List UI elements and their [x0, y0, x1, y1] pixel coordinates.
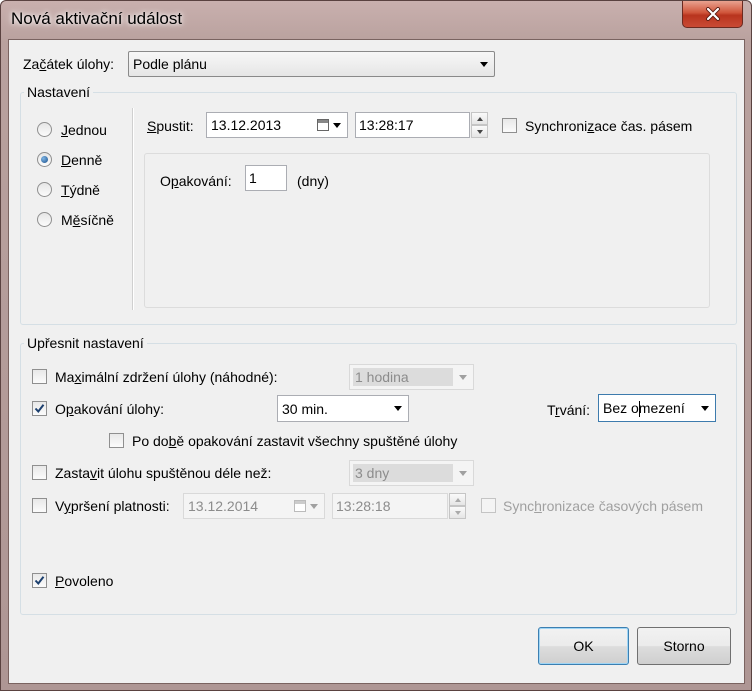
expire-date-value: 13.12.2014 [188, 498, 259, 514]
calendar-icon[interactable] [311, 113, 347, 137]
max-delay-value: 1 hodina [353, 368, 453, 386]
spin-up-icon[interactable] [449, 493, 466, 506]
expire-time-spinner[interactable] [449, 493, 466, 519]
start-time-input[interactable]: 13:28:17 [355, 112, 470, 138]
start-select[interactable]: Podle plánu [128, 51, 495, 77]
radio-monthly-label[interactable]: Měsíčně [61, 211, 114, 229]
repeat-interval-value: 30 min. [282, 400, 328, 417]
chevron-down-icon [695, 395, 715, 421]
start-select-value: Podle plánu [133, 56, 207, 72]
radio-daily-label[interactable]: Denně [61, 151, 102, 169]
settings-group-title: Nastavení [24, 84, 94, 100]
radio-weekly-label[interactable]: Týdně [61, 181, 100, 199]
start-date-picker[interactable]: 13.12.2013 [206, 112, 348, 138]
dialog-window: Nová aktivační událost Začátek úlohy: Po… [0, 0, 752, 691]
stop-longer-value: 3 dny [353, 464, 453, 482]
radio-once-label[interactable]: Jednou [61, 121, 107, 139]
advanced-group-title: Upřesnit nastavení [24, 335, 147, 351]
radio-weekly[interactable] [37, 182, 52, 197]
repeat-interval-select[interactable]: 30 min. [277, 395, 409, 422]
expire-time-input[interactable]: 13:28:18 [332, 493, 448, 519]
spin-down-icon[interactable] [449, 506, 466, 519]
calendar-icon [288, 494, 324, 518]
ok-button[interactable]: OK [538, 627, 629, 665]
spin-up-icon[interactable] [471, 112, 488, 125]
dialog-client: Začátek úlohy: Podle plánu Nastavení Jed… [8, 39, 745, 684]
repeat-task-checkbox[interactable] [32, 401, 47, 416]
max-delay-label[interactable]: Maximální zdržení úlohy (náhodné): [55, 368, 278, 386]
expire-label[interactable]: Vypršení platnosti: [55, 497, 170, 515]
window-title: Nová aktivační událost [11, 9, 183, 28]
start-label: Začátek úlohy: [23, 56, 115, 72]
stop-longer-label[interactable]: Zastavit úlohu spuštěnou déle než: [55, 464, 271, 482]
settings-divider [132, 108, 134, 310]
start-time-spinner[interactable] [471, 112, 488, 138]
close-icon [705, 7, 720, 21]
stop-longer-checkbox[interactable] [32, 465, 47, 480]
duration-label: Trvání: [547, 402, 591, 418]
text-caret [639, 401, 640, 417]
radio-once[interactable] [37, 122, 52, 137]
start-date-value: 13.12.2013 [211, 117, 282, 133]
duration-value: Bez omezení [603, 400, 685, 416]
enabled-label[interactable]: Povoleno [55, 572, 113, 590]
stop-longer-select[interactable]: 3 dny [349, 460, 474, 486]
radio-daily[interactable] [37, 152, 52, 167]
radio-monthly[interactable] [37, 212, 52, 227]
chevron-down-icon [453, 365, 473, 389]
repeat-days-input[interactable]: 1 [245, 165, 287, 191]
enabled-checkbox[interactable] [32, 573, 47, 588]
sync-timezone-checkbox[interactable] [502, 118, 517, 133]
sync-timezone-label[interactable]: Synchronizace čas. pásem [525, 117, 692, 135]
max-delay-select[interactable]: 1 hodina [349, 364, 474, 390]
chevron-down-icon [453, 461, 473, 485]
repeat-task-label[interactable]: Opakování úlohy: [55, 400, 164, 418]
chevron-down-icon [474, 52, 494, 76]
max-delay-checkbox[interactable] [32, 369, 47, 384]
expire-checkbox[interactable] [32, 498, 47, 513]
repeat-unit-label: (dny) [297, 173, 329, 189]
cancel-button[interactable]: Storno [637, 627, 731, 665]
chevron-down-icon [388, 396, 408, 421]
stop-all-label[interactable]: Po době opakování zastavit všechny spušt… [132, 432, 457, 450]
repeat-every-label: Opakování: [160, 173, 232, 189]
stop-all-checkbox[interactable] [109, 433, 124, 448]
expire-date-picker[interactable]: 13.12.2014 [183, 493, 325, 519]
expire-sync-label[interactable]: Synchronizace časových pásem [503, 497, 703, 515]
close-button[interactable] [682, 1, 743, 28]
checkmark-icon [34, 576, 45, 586]
start-time-label: Spustit: [147, 118, 194, 134]
spin-down-icon[interactable] [471, 125, 488, 138]
checkmark-icon [34, 404, 45, 414]
expire-sync-checkbox[interactable] [481, 498, 496, 513]
title-bar[interactable]: Nová aktivační událost [1, 1, 751, 39]
duration-select[interactable]: Bez omezení [598, 394, 716, 422]
